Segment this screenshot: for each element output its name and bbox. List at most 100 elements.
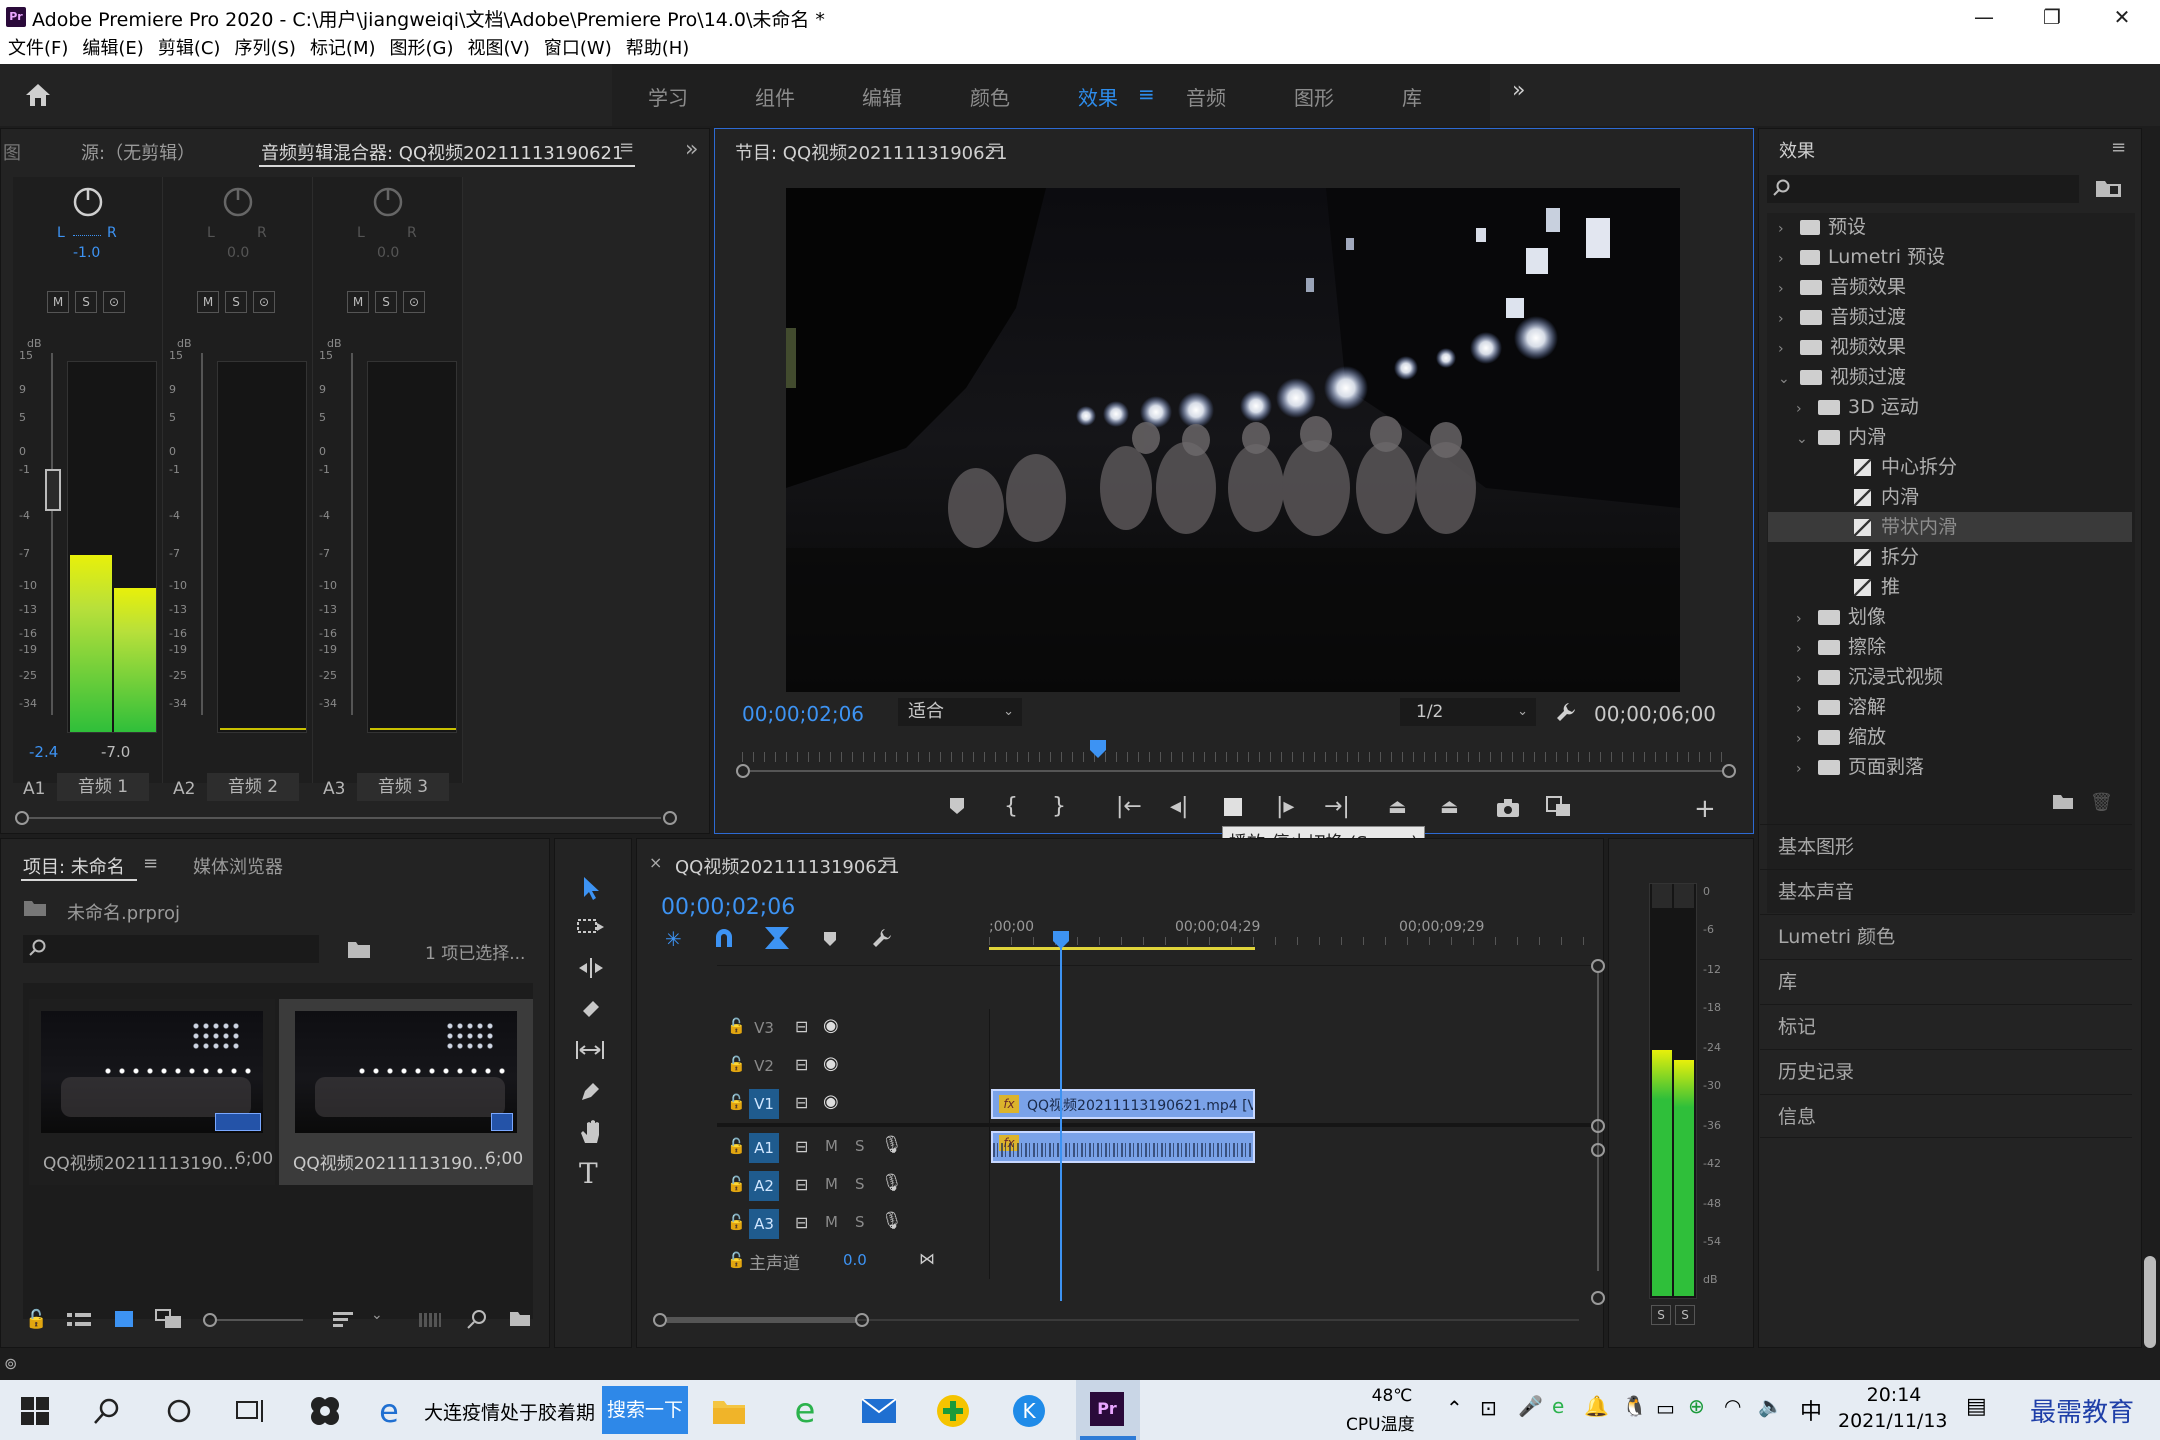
- workspace-menu-icon[interactable]: ≡: [1138, 82, 1155, 106]
- solo-button[interactable]: S: [225, 291, 247, 313]
- effect-tree-item[interactable]: › 音频过渡: [1768, 302, 2132, 332]
- effect-tree-item[interactable]: 推: [1768, 572, 2132, 602]
- panel-menu-icon[interactable]: ≡: [619, 137, 634, 158]
- more-workspaces-icon[interactable]: »: [1512, 78, 1525, 103]
- sort-icon[interactable]: [333, 1311, 355, 1329]
- audio-clip[interactable]: fx: [991, 1131, 1255, 1163]
- workspace-tab-edit[interactable]: 编辑: [862, 82, 902, 111]
- find-bin-icon[interactable]: [347, 939, 371, 959]
- volume-fader-handle[interactable]: [45, 469, 61, 511]
- new-custom-bin-icon[interactable]: [2052, 792, 2074, 810]
- tray-app-icon[interactable]: ⊕: [1688, 1394, 1705, 1418]
- ie-browser-icon[interactable]: e: [368, 1390, 410, 1432]
- sync-lock-icon[interactable]: ⊟: [795, 1137, 808, 1156]
- tray-microphone-icon[interactable]: 🎤: [1518, 1394, 1543, 1418]
- sync-lock-icon[interactable]: ⊟: [795, 1093, 808, 1112]
- track-label[interactable]: V2: [749, 1053, 779, 1079]
- home-icon[interactable]: [24, 82, 52, 108]
- type-tool-icon[interactable]: T: [579, 1157, 598, 1190]
- find-icon[interactable]: [467, 1309, 487, 1329]
- menu-graphics[interactable]: 图形(G): [390, 34, 454, 64]
- resolution-dropdown[interactable]: 1/2 ⌄: [1400, 698, 1536, 726]
- section-lumetri-color[interactable]: Lumetri 颜色: [1760, 914, 2132, 958]
- cortana-icon[interactable]: [158, 1390, 200, 1432]
- workspace-tab-color[interactable]: 颜色: [970, 82, 1010, 111]
- mute-button[interactable]: M: [825, 1213, 838, 1231]
- lock-icon[interactable]: 🔓: [727, 1093, 746, 1111]
- lock-icon[interactable]: 🔓: [727, 1017, 746, 1035]
- program-monitor-title[interactable]: 节目: QQ视频20211113190621: [735, 139, 1007, 165]
- notification-icon[interactable]: ▤: [1966, 1394, 1987, 1419]
- menu-marker[interactable]: 标记(M): [310, 34, 376, 64]
- panel-overflow-icon[interactable]: »: [685, 137, 698, 162]
- tray-volume-icon[interactable]: 🔈: [1758, 1394, 1783, 1418]
- app-icon-flower[interactable]: [304, 1390, 346, 1432]
- work-area-bar[interactable]: [989, 947, 1255, 950]
- eye-icon[interactable]: ◉: [823, 1091, 839, 1112]
- effect-tree-item[interactable]: › 擦除: [1768, 632, 2132, 662]
- audio-track-scroll-bottom[interactable]: [1591, 1291, 1605, 1305]
- effect-tree-item[interactable]: 内滑: [1768, 482, 2132, 512]
- solo-button[interactable]: S: [855, 1175, 865, 1193]
- effect-tree-item[interactable]: › 3D 运动: [1768, 392, 2132, 422]
- chevron-right-icon[interactable]: ›: [1778, 341, 1800, 357]
- sync-lock-icon[interactable]: ⊟: [795, 1055, 808, 1074]
- microphone-icon[interactable]: 🎙: [881, 1211, 903, 1231]
- task-view-icon[interactable]: [230, 1390, 272, 1432]
- chevron-right-icon[interactable]: ›: [1796, 761, 1818, 777]
- eye-icon[interactable]: ◉: [823, 1015, 839, 1036]
- effect-tree-item[interactable]: › 音频效果: [1768, 272, 2132, 302]
- effects-title[interactable]: 效果: [1779, 137, 1815, 163]
- minimize-button[interactable]: —: [1954, 0, 2014, 34]
- lift-icon[interactable]: ⏏: [1388, 794, 1407, 818]
- add-marker-icon[interactable]: [948, 796, 966, 816]
- mixer-scrollbar[interactable]: [13, 811, 683, 825]
- track-label[interactable]: A1: [749, 1133, 779, 1163]
- maximize-button[interactable]: ❐: [2022, 0, 2082, 34]
- chevron-right-icon[interactable]: ›: [1796, 401, 1818, 417]
- lock-icon[interactable]: 🔓: [25, 1309, 47, 1330]
- file-explorer-icon[interactable]: [708, 1390, 750, 1432]
- video-track-scroll-bottom[interactable]: [1591, 1119, 1605, 1133]
- channel-name-3[interactable]: 音频 3: [357, 773, 449, 801]
- sync-lock-icon[interactable]: ⊟: [795, 1175, 808, 1194]
- section-essential-sound[interactable]: 基本声音: [1760, 869, 2132, 913]
- track-label[interactable]: V1: [749, 1089, 779, 1119]
- pan-value[interactable]: 0.0: [227, 245, 249, 261]
- effect-tree-item[interactable]: › 划像: [1768, 602, 2132, 632]
- chevron-right-icon[interactable]: ›: [1778, 281, 1800, 297]
- hand-tool-icon[interactable]: [579, 1119, 603, 1145]
- chevron-up-icon[interactable]: ⌃: [1446, 1396, 1463, 1420]
- mute-button[interactable]: M: [825, 1175, 838, 1193]
- project-clip-2[interactable]: QQ视频20211113190... 6;00: [279, 999, 533, 1185]
- menu-window[interactable]: 窗口(W): [544, 34, 612, 64]
- chevron-right-icon[interactable]: ›: [1778, 221, 1800, 237]
- effect-tree-item[interactable]: › 沉浸式视频: [1768, 662, 2132, 692]
- automate-icon[interactable]: [419, 1313, 441, 1327]
- tab-project[interactable]: 项目: 未命名: [23, 853, 125, 879]
- menu-help[interactable]: 帮助(H): [626, 34, 690, 64]
- list-view-icon[interactable]: [67, 1311, 91, 1329]
- lock-icon[interactable]: 🔓: [727, 1055, 746, 1073]
- chevron-right-icon[interactable]: ›: [1778, 311, 1800, 327]
- video-track-scroll-top[interactable]: [1591, 959, 1605, 973]
- track-label[interactable]: A3: [749, 1209, 779, 1239]
- mark-out-icon[interactable]: }: [1052, 794, 1066, 819]
- effects-search-input[interactable]: [1767, 175, 2079, 203]
- button-editor-icon[interactable]: +: [1694, 794, 1716, 824]
- mute-button[interactable]: M: [47, 291, 69, 313]
- menu-edit[interactable]: 编辑(E): [82, 34, 143, 64]
- section-info[interactable]: 信息: [1760, 1094, 2132, 1138]
- chevron-down-icon[interactable]: ⌄: [371, 1307, 383, 1323]
- fit-dropdown[interactable]: 适合 ⌄: [898, 698, 1022, 726]
- right-scrollbar[interactable]: [2144, 1256, 2156, 1348]
- chevron-right-icon[interactable]: ›: [1796, 701, 1818, 717]
- microphone-icon[interactable]: 🎙: [881, 1135, 903, 1155]
- timeline-zoom-bar[interactable]: [667, 1317, 857, 1323]
- solo-left-button[interactable]: S: [1651, 1305, 1671, 1325]
- record-button[interactable]: ⊙: [403, 291, 425, 313]
- workspace-tab-libraries[interactable]: 库: [1402, 82, 1422, 111]
- program-timecode[interactable]: 00;00;02;06: [742, 702, 864, 726]
- project-clip-1[interactable]: QQ视频20211113190... 6;00: [29, 999, 275, 1185]
- premiere-taskbar-item[interactable]: Pr: [1076, 1380, 1140, 1440]
